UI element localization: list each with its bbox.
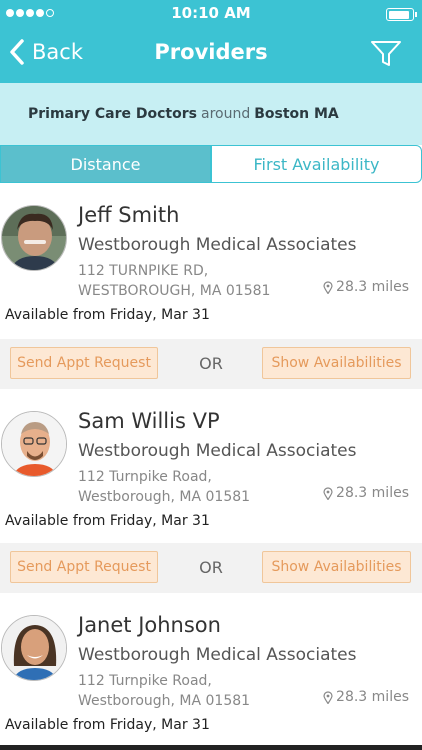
appointment-actions: Send Appt Request OR Show Availabilities: [0, 543, 422, 593]
around-label: around: [200, 106, 251, 122]
navigation-bar: Back Providers: [0, 26, 422, 83]
map-pin-icon: [323, 486, 333, 500]
provider-name[interactable]: Jeff Smith: [78, 203, 179, 227]
address-line-2: Westborough, MA 01581: [78, 693, 251, 709]
address-line-2: Westborough, MA 01581: [78, 489, 251, 505]
address-line-1: 112 TURNPIKE RD,: [78, 263, 209, 279]
distance: 28.3 miles: [323, 689, 409, 705]
provider-card[interactable]: Jeff Smith Westborough Medical Associate…: [0, 183, 422, 323]
avatar: [1, 615, 67, 681]
distance: 28.3 miles: [323, 485, 409, 501]
practice-name: Westborough Medical Associates: [78, 441, 357, 461]
show-availabilities-button[interactable]: Show Availabilities: [262, 551, 411, 583]
provider-address: 112 Turnpike Road, Westborough, MA 01581: [78, 671, 250, 711]
search-summary: Primary Care Doctors around Boston MA: [0, 83, 422, 145]
address-line-1: 112 Turnpike Road,: [78, 469, 212, 485]
back-button[interactable]: Back: [8, 38, 83, 66]
provider-address: 112 Turnpike Road, Westborough, MA 01581: [78, 467, 250, 507]
provider-name[interactable]: Janet Johnson: [78, 613, 221, 637]
appointment-actions: Send Appt Request OR Show Availabilities: [0, 339, 422, 389]
practice-name: Westborough Medical Associates: [78, 235, 357, 255]
provider-card[interactable]: Janet Johnson Westborough Medical Associ…: [0, 593, 422, 733]
send-appt-request-button[interactable]: Send Appt Request: [10, 347, 158, 379]
map-pin-icon: [323, 280, 333, 294]
availability-text: Available from Friday, Mar 31: [5, 717, 210, 733]
address-line-2: WESTBOROUGH, MA 01581: [78, 283, 271, 299]
avatar: [1, 411, 67, 477]
show-availabilities-button[interactable]: Show Availabilities: [262, 347, 411, 379]
provider-address: 112 TURNPIKE RD, WESTBOROUGH, MA 01581: [78, 261, 270, 301]
availability-text: Available from Friday, Mar 31: [5, 307, 210, 323]
provider-card[interactable]: Sam Willis VP Westborough Medical Associ…: [0, 389, 422, 529]
send-appt-request-button[interactable]: Send Appt Request: [10, 551, 158, 583]
chevron-left-icon: [10, 39, 24, 65]
battery-icon: [386, 8, 417, 21]
specialty-label: Primary Care Doctors: [28, 106, 197, 122]
distance-value: 28.3 miles: [336, 689, 409, 705]
tab-first-availability[interactable]: First Availability: [211, 145, 422, 183]
availability-text: Available from Friday, Mar 31: [5, 513, 210, 529]
location-label: Boston MA: [254, 106, 339, 122]
distance-value: 28.3 miles: [336, 279, 409, 295]
filter-icon[interactable]: [370, 40, 402, 68]
avatar: [1, 205, 67, 271]
distance: 28.3 miles: [323, 279, 409, 295]
practice-name: Westborough Medical Associates: [78, 645, 357, 665]
back-label: Back: [32, 40, 83, 64]
clock: 10:10 AM: [171, 4, 251, 22]
sort-segmented-control: Distance First Availability: [0, 145, 422, 183]
provider-name[interactable]: Sam Willis VP: [78, 409, 220, 433]
address-line-1: 112 Turnpike Road,: [78, 673, 212, 689]
status-bar: 10:10 AM: [0, 0, 422, 26]
map-pin-icon: [323, 690, 333, 704]
bottom-divider: [0, 745, 422, 750]
distance-value: 28.3 miles: [336, 485, 409, 501]
tab-distance[interactable]: Distance: [0, 145, 211, 183]
